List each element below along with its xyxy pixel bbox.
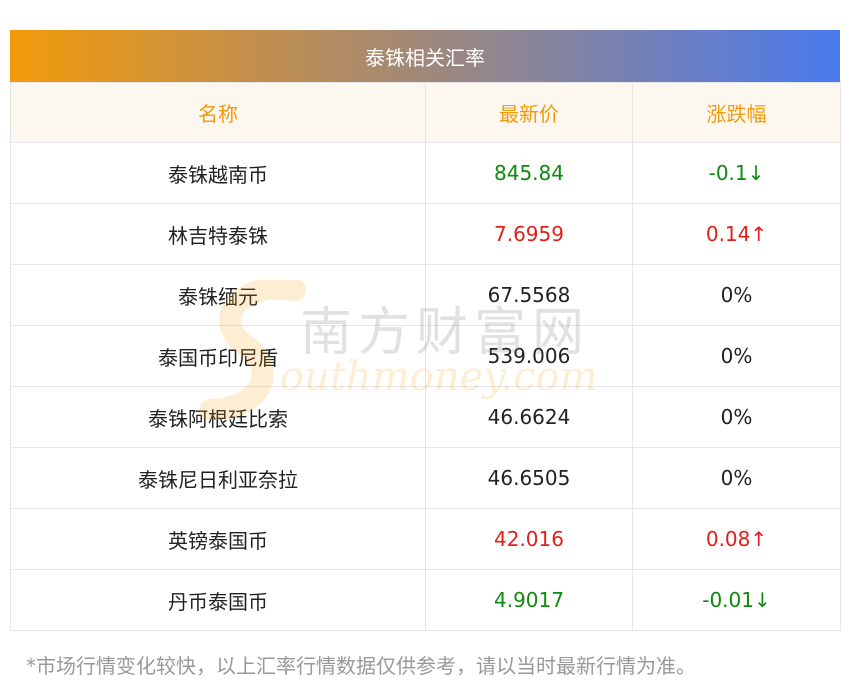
price-change: 0% [632,264,841,326]
latest-price: 4.9017 [425,569,633,631]
latest-price: 46.6624 [425,386,633,448]
currency-pair-name[interactable]: 泰铢越南币 [10,142,426,204]
table-header-row: 名称 最新价 涨跌幅 [10,82,841,143]
price-change: 0% [632,325,841,387]
price-change: 0% [632,386,841,448]
table-row: 泰国币印尼盾 539.006 0% [10,325,841,387]
table-row: 泰铢缅元 67.5568 0% [10,264,841,326]
currency-pair-name[interactable]: 泰国币印尼盾 [10,325,426,387]
latest-price: 67.5568 [425,264,633,326]
column-header-change: 涨跌幅 [632,82,841,143]
currency-pair-name[interactable]: 泰铢尼日利亚奈拉 [10,447,426,509]
latest-price: 845.84 [425,142,633,204]
column-header-name: 名称 [10,82,426,143]
price-change: -0.01↓ [632,569,841,631]
latest-price: 46.6505 [425,447,633,509]
latest-price: 7.6959 [425,203,633,265]
table-row: 泰铢阿根廷比索 46.6624 0% [10,386,841,448]
price-change: 0% [632,447,841,509]
latest-price: 42.016 [425,508,633,570]
table-row: 林吉特泰铢 7.6959 0.14↑ [10,203,841,265]
price-change: -0.1↓ [632,142,841,204]
table-title: 泰铢相关汇率 [10,30,840,82]
currency-pair-name[interactable]: 泰铢缅元 [10,264,426,326]
exchange-rate-table: 名称 最新价 涨跌幅 泰铢越南币 845.84 -0.1↓ 林吉特泰铢 7.69… [10,82,841,631]
currency-pair-name[interactable]: 泰铢阿根廷比索 [10,386,426,448]
currency-pair-name[interactable]: 英镑泰国币 [10,508,426,570]
table-row: 丹币泰国币 4.9017 -0.01↓ [10,569,841,631]
price-change: 0.08↑ [632,508,841,570]
table-row: 英镑泰国币 42.016 0.08↑ [10,508,841,570]
currency-pair-name[interactable]: 林吉特泰铢 [10,203,426,265]
column-header-price: 最新价 [425,82,633,143]
price-change: 0.14↑ [632,203,841,265]
currency-pair-name[interactable]: 丹币泰国币 [10,569,426,631]
disclaimer-footnote: *市场行情变化较快，以上汇率行情数据仅供参考，请以当时最新行情为准。 [26,654,696,678]
latest-price: 539.006 [425,325,633,387]
table-row: 泰铢越南币 845.84 -0.1↓ [10,142,841,204]
table-row: 泰铢尼日利亚奈拉 46.6505 0% [10,447,841,509]
